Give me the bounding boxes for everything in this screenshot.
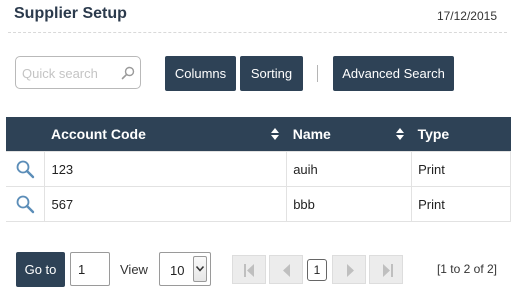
advanced-search-button[interactable]: Advanced Search (333, 56, 454, 91)
magnifier-icon[interactable] (15, 159, 35, 179)
column-header-label: Account Code (50, 126, 146, 142)
last-page-button[interactable] (369, 255, 403, 284)
chevron-down-icon (196, 266, 204, 272)
page-title: Supplier Setup (14, 5, 127, 22)
first-page-icon (244, 264, 254, 277)
table-row[interactable]: 123 auih Print (6, 151, 511, 187)
sorting-button[interactable]: Sorting (240, 56, 303, 91)
go-to-button[interactable]: Go to (16, 252, 65, 287)
toolbar-divider (317, 65, 318, 82)
sort-icon[interactable] (270, 128, 279, 140)
next-page-icon (347, 264, 354, 277)
page-size-value: 10 (170, 263, 185, 278)
date-label: 17/12/2015 (436, 9, 497, 23)
search-icon[interactable] (121, 66, 135, 80)
supplier-table: Account Code Name Type 123 auih Print 56… (6, 117, 511, 222)
view-label: View (120, 262, 148, 277)
first-page-button[interactable] (232, 255, 266, 284)
column-header-actions (6, 117, 45, 152)
name-cell: auih (286, 151, 413, 187)
previous-page-button[interactable] (269, 255, 303, 284)
account-code-cell: 567 (44, 186, 288, 222)
column-header-name[interactable]: Name (286, 117, 412, 152)
type-cell: Print (411, 151, 511, 187)
column-header-label: Name (292, 126, 331, 142)
record-count-summary: [1 to 2 of 2] (436, 262, 497, 276)
row-view-cell[interactable] (6, 151, 46, 187)
row-view-cell[interactable] (6, 186, 46, 222)
current-page-indicator[interactable]: 1 (307, 259, 327, 281)
table-header-row: Account Code Name Type (6, 117, 511, 152)
column-header-type[interactable]: Type (411, 117, 511, 152)
magnifier-icon[interactable] (15, 194, 35, 214)
sort-icon[interactable] (395, 128, 404, 140)
table-row[interactable]: 567 bbb Print (6, 186, 511, 222)
next-page-button[interactable] (332, 255, 366, 284)
quick-search-input[interactable] (22, 64, 118, 82)
select-arrow[interactable] (193, 256, 207, 282)
header-divider (8, 32, 507, 33)
column-header-account-code[interactable]: Account Code (44, 117, 287, 152)
column-header-label: Type (417, 126, 450, 142)
page-size-select[interactable]: 10 (159, 252, 211, 286)
last-page-icon (383, 264, 393, 277)
account-code-cell: 123 (44, 151, 288, 187)
type-cell: Print (411, 186, 511, 222)
previous-page-icon (283, 264, 290, 277)
page-number-input[interactable] (70, 252, 110, 286)
name-cell: bbb (286, 186, 413, 222)
columns-button[interactable]: Columns (165, 56, 236, 91)
quick-search-box[interactable] (15, 56, 141, 89)
